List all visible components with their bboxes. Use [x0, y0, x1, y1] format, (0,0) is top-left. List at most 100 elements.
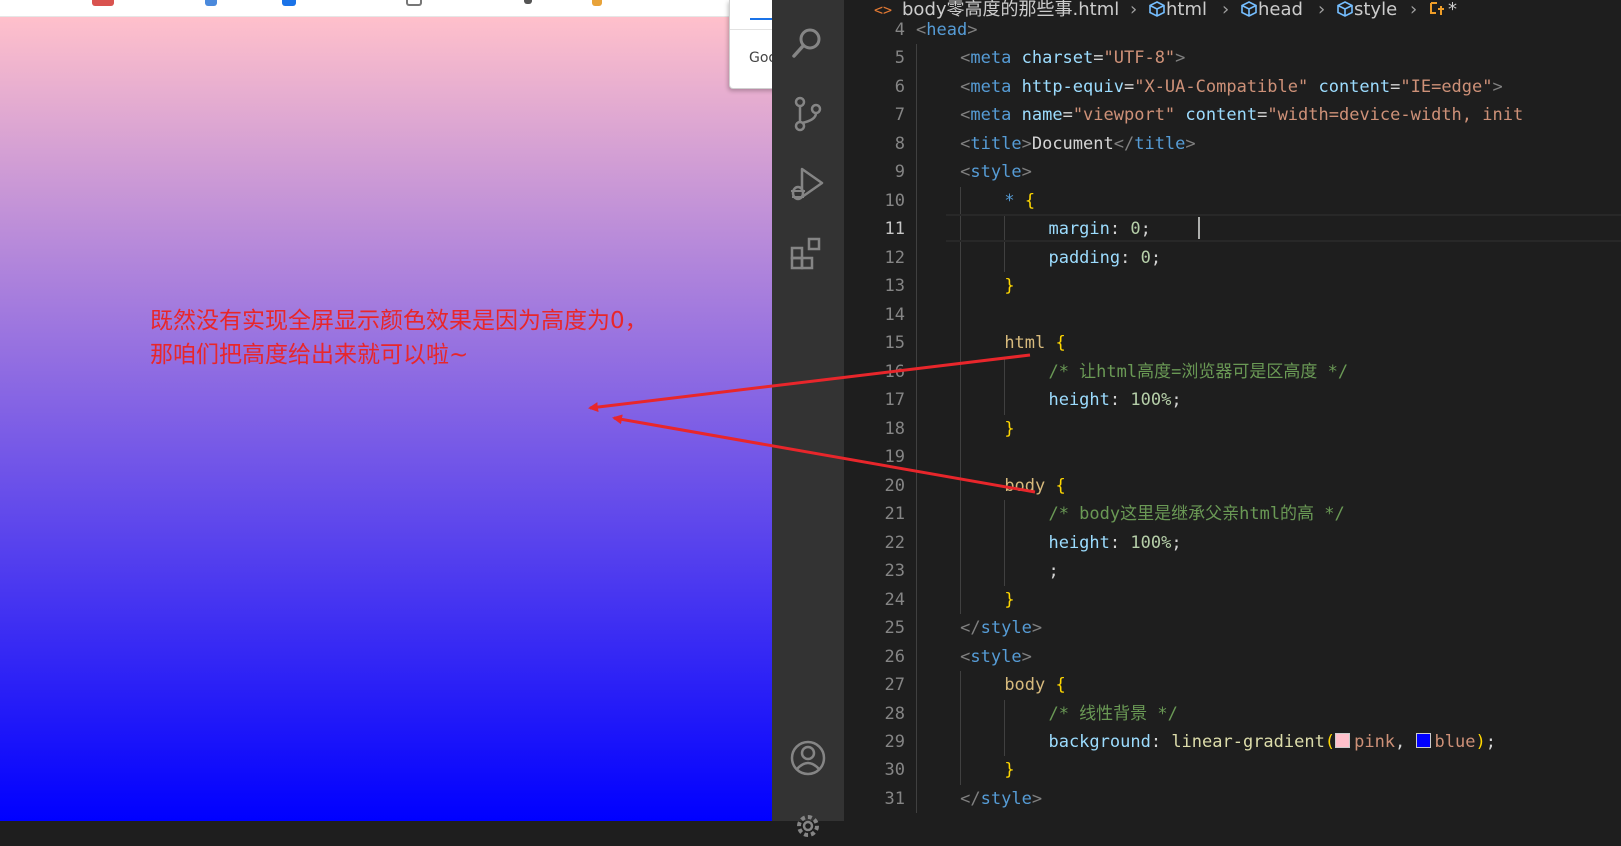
code-line[interactable]: /* 线性背景 */	[1048, 700, 1177, 728]
line-number: 16	[884, 361, 905, 382]
indent-guide	[1004, 357, 1005, 415]
symbol-element-icon	[1241, 1, 1257, 17]
code-line[interactable]: padding: 0;	[1048, 244, 1161, 272]
breadcrumb-item-style[interactable]: style	[1336, 0, 1397, 21]
bookmarks-bar	[0, 0, 772, 17]
code-line[interactable]: <meta http-equiv="X-UA-Compatible" conte…	[960, 73, 1503, 101]
chevron-right-icon: ›	[1318, 0, 1326, 20]
line-number: 6	[894, 76, 905, 97]
chevron-right-icon: ›	[1410, 0, 1418, 20]
line-number: 26	[884, 646, 905, 667]
code-line[interactable]: body {	[1004, 671, 1065, 699]
line-number: 9	[894, 162, 905, 183]
chevron-right-icon: ›	[1222, 0, 1230, 20]
indent-guide	[960, 671, 961, 785]
breadcrumb-item-label: style	[1354, 0, 1398, 20]
code-line[interactable]: * {	[1004, 187, 1035, 215]
line-number: 14	[884, 304, 905, 325]
line-number: 13	[884, 276, 905, 297]
code-line[interactable]: html {	[1004, 329, 1065, 357]
line-number: 15	[884, 333, 905, 354]
code-line[interactable]: }	[1004, 586, 1014, 614]
code-line[interactable]: /* body这里是继承父亲html的高 */	[1048, 500, 1344, 528]
line-number: 28	[884, 703, 905, 724]
code-line[interactable]: height: 100%;	[1048, 529, 1181, 557]
code-line[interactable]: /* 让html高度=浏览器可是区高度 */	[1048, 358, 1348, 386]
bookmark-favicon-icon	[406, 0, 422, 6]
search-icon[interactable]	[788, 23, 828, 63]
line-number: 29	[884, 732, 905, 752]
line-number: 12	[884, 247, 905, 268]
line-number: 10	[884, 190, 905, 211]
bookmark-item[interactable]	[282, 0, 296, 14]
line-number: 17	[884, 390, 905, 411]
line-number: 24	[884, 589, 905, 610]
bookmark-favicon-icon	[282, 0, 296, 6]
annotation-line-2: 那咱们把高度给出来就可以啦~	[150, 342, 469, 368]
symbol-ruleset-icon	[1430, 2, 1444, 15]
indent-guide	[1004, 699, 1005, 757]
breadcrumb-item-head[interactable]: head	[1240, 0, 1303, 21]
color-swatch-blue[interactable]	[1415, 733, 1431, 748]
line-number: 30	[884, 760, 905, 781]
page-viewport	[0, 17, 772, 821]
breadcrumb-item-label: *	[1448, 0, 1457, 20]
line-number: 18	[884, 418, 905, 439]
annotation-line-1: 既然没有实现全屏显示颜色效果是因为高度为0，	[150, 308, 648, 334]
code-line[interactable]: <meta name="viewport" content="width=dev…	[960, 101, 1523, 129]
symbol-element-icon	[1337, 1, 1353, 17]
current-line-highlight	[946, 214, 1621, 242]
breadcrumb-item-label: html	[1166, 0, 1208, 20]
line-number: 4	[894, 20, 905, 40]
line-number: 31	[884, 788, 905, 809]
code-line[interactable]: body {	[1004, 472, 1065, 500]
code-line[interactable]: <style>	[960, 643, 1032, 671]
line-number: 7	[894, 105, 905, 126]
line-number: 21	[884, 504, 905, 525]
code-line[interactable]: <meta charset="UTF-8">	[960, 44, 1185, 72]
breadcrumb-item-selector[interactable]: *	[1428, 0, 1457, 21]
code-line[interactable]: <title>Document</title>	[960, 130, 1196, 158]
settings-gear-icon[interactable]	[788, 806, 828, 846]
breadcrumb-item-html[interactable]: html	[1148, 0, 1207, 21]
source-control-icon[interactable]	[788, 94, 828, 134]
symbol-element-icon	[1149, 1, 1165, 17]
account-icon[interactable]	[788, 738, 828, 778]
bookmark-item[interactable]	[592, 0, 602, 14]
code-line[interactable]: <head>	[916, 16, 977, 44]
annotation-text: 既然没有实现全屏显示颜色效果是因为高度为0， 那咱们把高度给出来就可以啦~	[150, 304, 648, 372]
color-swatch-pink[interactable]	[1335, 733, 1351, 748]
code-line[interactable]: }	[1004, 756, 1014, 784]
line-number: 8	[894, 133, 905, 154]
bookmark-item[interactable]	[406, 0, 422, 14]
activity-bar	[772, 0, 844, 837]
code-line[interactable]: }	[1004, 415, 1014, 443]
bookmark-item[interactable]	[524, 0, 532, 14]
line-number: 22	[884, 532, 905, 553]
indent-guide	[916, 44, 917, 814]
code-line[interactable]: }	[1004, 272, 1014, 300]
code-line[interactable]: </style>	[960, 785, 1042, 813]
code-line[interactable]: background: linear-gradient(pink, blue);	[1048, 728, 1496, 756]
line-number: 27	[884, 675, 905, 696]
line-number: 11	[884, 219, 905, 240]
code-line[interactable]: ;	[1048, 557, 1058, 585]
code-line[interactable]: <style>	[960, 158, 1032, 186]
extensions-icon[interactable]	[788, 234, 828, 274]
bookmark-favicon-icon	[92, 0, 114, 6]
browser-window: 既然没有实现全屏显示颜色效果是因为高度为0， 那咱们把高度给出来就可以啦~	[0, 0, 772, 821]
code-editor[interactable]: <> body零高度的那些事.html › html › head › styl…	[844, 0, 1621, 821]
line-number: 20	[884, 475, 905, 496]
line-number: 25	[884, 618, 905, 639]
code-line[interactable]: </style>	[960, 614, 1042, 642]
code-line[interactable]: height: 100%;	[1048, 386, 1181, 414]
bookmark-favicon-icon	[592, 0, 602, 6]
bookmark-favicon-icon	[524, 0, 532, 4]
line-number: 5	[894, 48, 905, 69]
bookmark-item[interactable]	[205, 0, 217, 14]
run-debug-icon[interactable]	[788, 163, 828, 203]
chevron-right-icon: ›	[1130, 0, 1138, 20]
bookmark-favicon-icon	[205, 0, 217, 6]
bookmark-item[interactable]	[92, 0, 114, 14]
text-cursor	[1198, 217, 1200, 239]
